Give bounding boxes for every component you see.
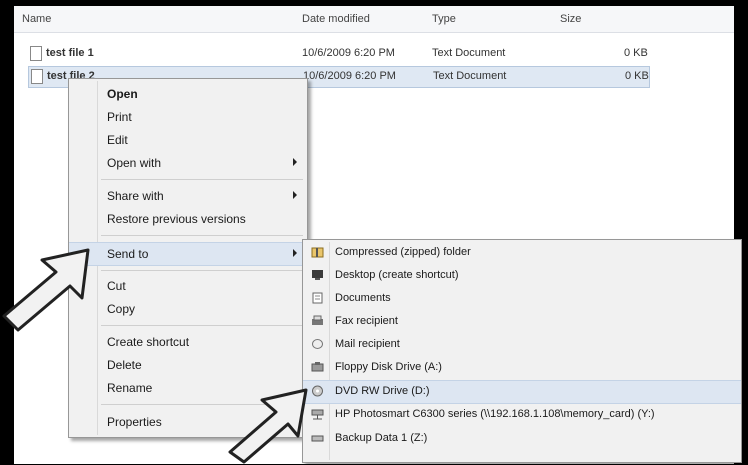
column-name[interactable]: Name <box>22 13 51 25</box>
menu-item-delete[interactable]: Delete <box>69 354 307 376</box>
file-date: 10/6/2009 6:20 PM <box>302 47 395 59</box>
menu-item-create-shortcut[interactable]: Create shortcut <box>69 331 307 353</box>
floppy-icon <box>311 362 324 372</box>
column-date-modified[interactable]: Date modified <box>302 13 370 25</box>
send-to-documents[interactable]: Documents <box>303 288 741 310</box>
menu-item-restore-previous-versions[interactable]: Restore previous versions <box>69 208 307 230</box>
desktop-icon <box>312 270 323 280</box>
file-name: test file 1 <box>46 47 94 59</box>
menu-item-copy[interactable]: Copy <box>69 298 307 320</box>
pointer-arrow-icon <box>228 388 308 464</box>
file-type: Text Document <box>433 70 507 82</box>
submenu-arrow-icon <box>293 158 297 166</box>
text-file-icon <box>30 46 42 61</box>
pointer-arrow-icon <box>2 248 90 332</box>
send-to-submenu: Compressed (zipped) folder Desktop (crea… <box>302 239 742 463</box>
column-type[interactable]: Type <box>432 13 456 25</box>
menu-item-open-with[interactable]: Open with <box>69 152 307 174</box>
documents-icon <box>312 292 323 304</box>
fax-icon <box>312 315 323 325</box>
menu-item-print[interactable]: Print <box>69 106 307 128</box>
submenu-arrow-icon <box>293 249 297 257</box>
text-file-icon <box>31 69 43 84</box>
menu-item-open[interactable]: Open <box>69 83 307 105</box>
send-to-desktop[interactable]: Desktop (create shortcut) <box>303 265 741 287</box>
send-to-backup-drive[interactable]: Backup Data 1 (Z:) <box>303 428 741 450</box>
menu-separator <box>101 179 303 180</box>
menu-separator <box>101 235 303 236</box>
send-to-fax-recipient[interactable]: Fax recipient <box>303 311 741 333</box>
send-to-dvd-drive[interactable]: DVD RW Drive (D:) <box>303 380 741 404</box>
mail-icon <box>312 339 323 349</box>
menu-item-send-to[interactable]: Send to <box>69 242 307 266</box>
file-row[interactable]: test file 1 10/6/2009 6:20 PM Text Docum… <box>28 44 648 64</box>
column-header: Name Date modified Type Size <box>14 6 734 33</box>
file-type: Text Document <box>432 47 506 59</box>
send-to-compressed-folder[interactable]: Compressed (zipped) folder <box>303 242 741 264</box>
send-to-network-drive[interactable]: HP Photosmart C6300 series (\\192.168.1.… <box>303 404 741 426</box>
file-size: 0 KB <box>625 70 649 82</box>
zip-folder-icon <box>311 247 324 258</box>
submenu-arrow-icon <box>293 191 297 199</box>
file-date: 10/6/2009 6:20 PM <box>303 70 396 82</box>
menu-item-share-with[interactable]: Share with <box>69 185 307 207</box>
send-to-mail-recipient[interactable]: Mail recipient <box>303 334 741 356</box>
send-to-floppy-drive[interactable]: Floppy Disk Drive (A:) <box>303 357 741 379</box>
file-size: 0 KB <box>624 47 648 59</box>
menu-item-cut[interactable]: Cut <box>69 275 307 297</box>
menu-separator <box>101 270 303 271</box>
menu-separator <box>101 325 303 326</box>
menu-item-edit[interactable]: Edit <box>69 129 307 151</box>
column-size[interactable]: Size <box>560 13 581 25</box>
